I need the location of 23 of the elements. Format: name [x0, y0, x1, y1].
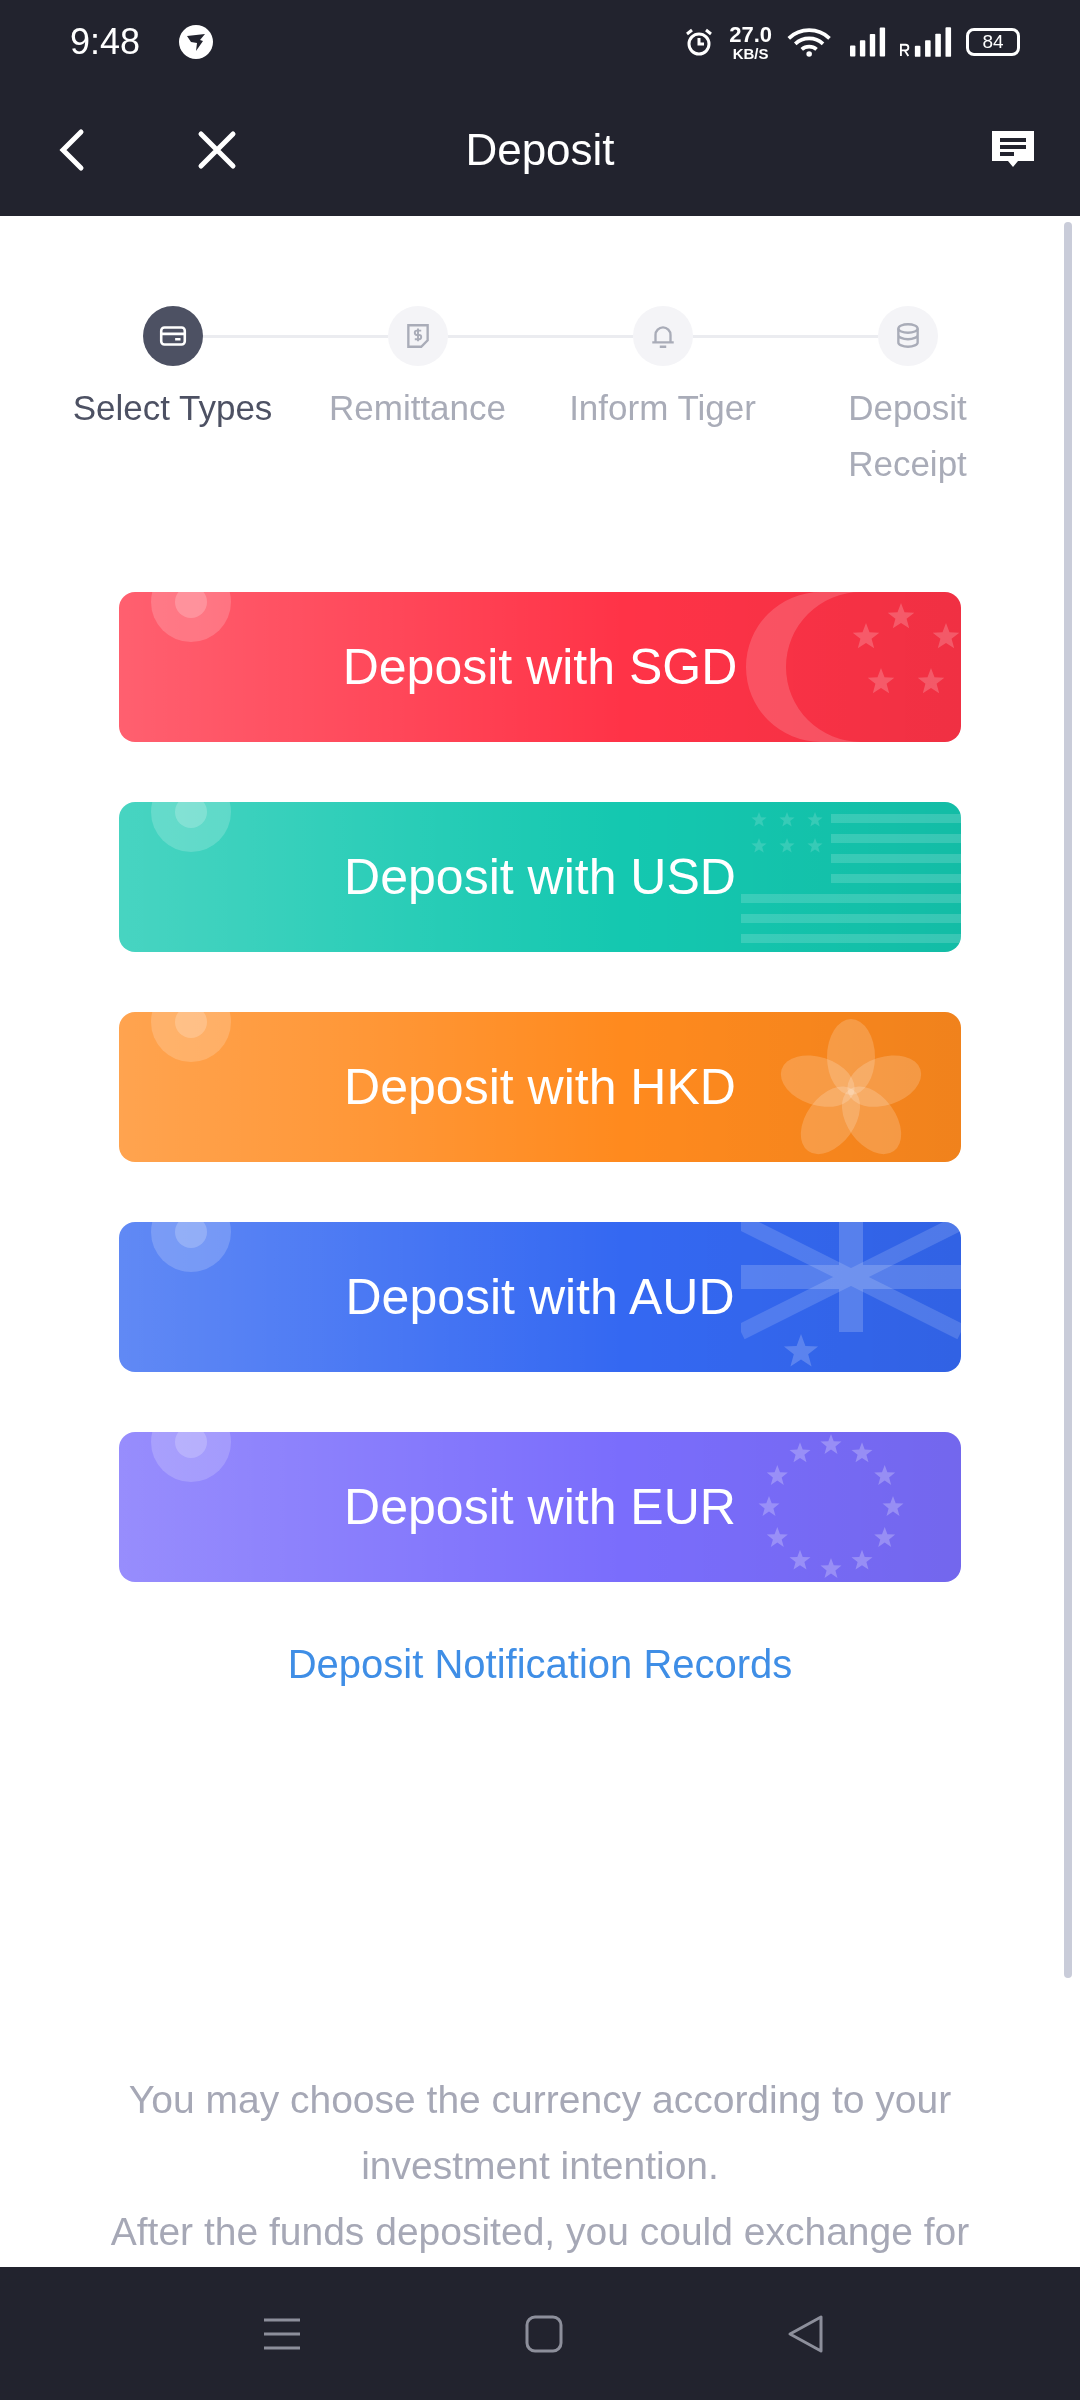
deposit-button[interactable]: Deposit with AUD [119, 1222, 961, 1372]
speed-unit: KB/S [732, 45, 769, 61]
close-icon[interactable] [197, 130, 237, 170]
status-time: 9:48 [70, 21, 141, 63]
deposit-button[interactable]: Deposit with USD [119, 802, 961, 952]
signal-icon [850, 27, 886, 57]
network-speed: 27.0 [729, 23, 772, 46]
signal-icon [900, 27, 952, 57]
page-title: Deposit [465, 125, 615, 175]
battery-icon: 84 [966, 28, 1020, 56]
home-icon[interactable] [524, 2313, 564, 2354]
deposit-button[interactable]: Deposit with HKD [119, 1012, 961, 1162]
records-link[interactable]: Deposit Notification Records [287, 1642, 793, 1687]
bird-icon [178, 24, 215, 60]
tip-text: You may choose the currency according to your investment intention. [127, 2077, 953, 2189]
tip-text: After the funds deposited, you could exchange for [109, 2209, 971, 2255]
step-label: Deposit Receipt [847, 387, 968, 485]
deposit-button[interactable]: Deposit with SGD [119, 592, 961, 742]
scrollbar[interactable] [1064, 222, 1072, 1978]
step-label: Remittance [328, 387, 507, 429]
step-label: Inform Tiger [568, 387, 757, 429]
deposit-button[interactable]: Deposit with EUR [119, 1432, 961, 1582]
step-label: Select Types [71, 387, 274, 429]
